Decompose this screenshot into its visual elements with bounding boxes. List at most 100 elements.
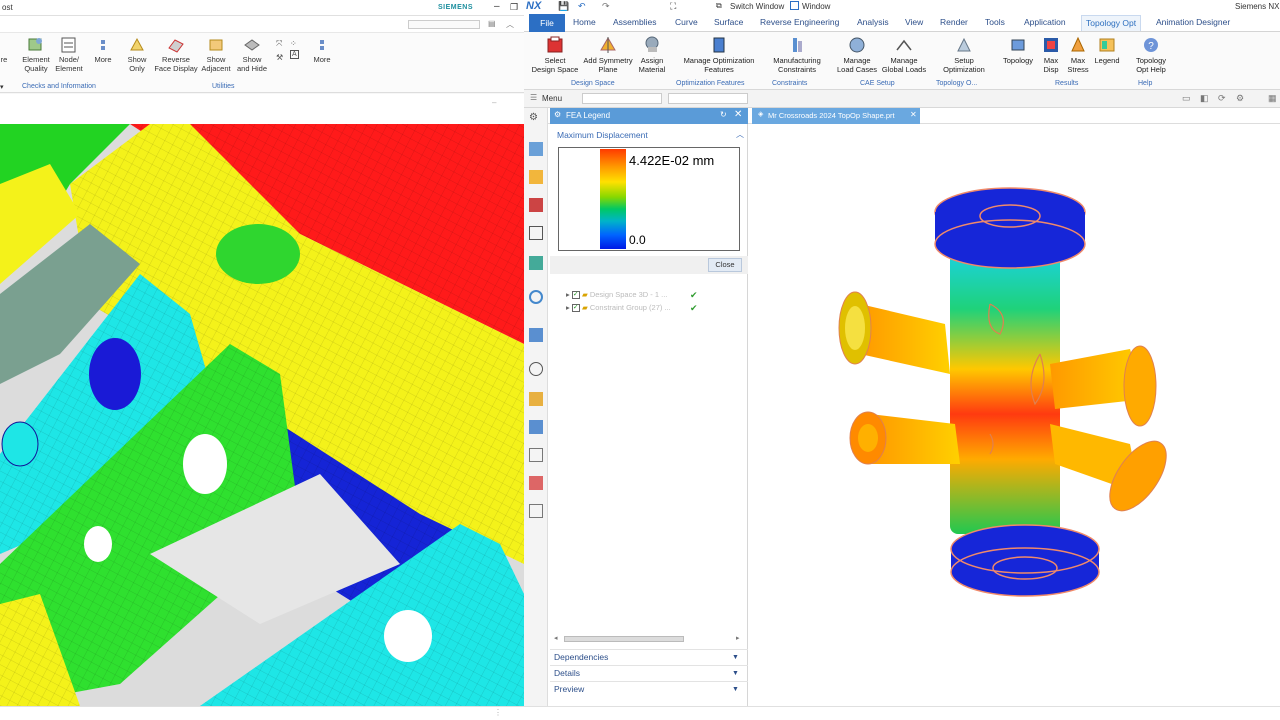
close-button[interactable]: Close: [708, 258, 742, 272]
tab-home[interactable]: Home: [573, 17, 596, 27]
max-disp-button[interactable]: Max Disp: [1038, 35, 1064, 74]
close-icon[interactable]: ✕: [734, 109, 742, 120]
tab-analysis[interactable]: Analysis: [857, 17, 889, 27]
expand-icon[interactable]: ▸: [566, 303, 570, 312]
tab-curve[interactable]: Curve: [675, 17, 698, 27]
tab-application[interactable]: Application: [1024, 17, 1066, 27]
grid-icon[interactable]: ▦: [1268, 93, 1277, 104]
restore-icon[interactable]: ❐: [510, 2, 518, 13]
details-section[interactable]: Details ▼: [550, 665, 748, 681]
ribbon-button-label: Legend: [1094, 56, 1120, 65]
show-adjacent-button[interactable]: Show Adjacent: [198, 36, 234, 73]
tools-icon[interactable]: ⚙: [1236, 93, 1244, 104]
horizontal-scrollbar[interactable]: ◂ ▸: [554, 634, 744, 644]
command-search-input[interactable]: [408, 20, 480, 29]
clock-icon[interactable]: [529, 362, 543, 376]
group-expand-icon[interactable]: ▾: [0, 83, 4, 91]
more-button[interactable]: More: [85, 36, 121, 65]
max-stress-icon: [1071, 36, 1085, 52]
reset-icon[interactable]: ↻: [720, 110, 727, 119]
chevron-up-icon[interactable]: ︿: [506, 19, 514, 30]
minimize-panel-icon[interactable]: –: [492, 98, 496, 107]
scroll-left-icon[interactable]: ◂: [554, 634, 558, 642]
show-and-hide-button[interactable]: Show and Hide: [234, 36, 270, 73]
topology-opt-help-button[interactable]: ? Topology Opt Help: [1130, 35, 1172, 74]
system-scene-icon[interactable]: [529, 448, 543, 462]
toolbar-icon[interactable]: ▤: [488, 19, 496, 28]
refresh-icon[interactable]: ⟳: [1218, 93, 1226, 104]
manage-load-cases-button[interactable]: Manage Load Cases: [834, 35, 880, 74]
part-navigator-icon[interactable]: [529, 142, 543, 156]
tree-item[interactable]: ▸ ✓ ▰ Constraint Group (27) ... ✔: [566, 303, 746, 315]
fea-mesh-viewport[interactable]: [0, 124, 524, 706]
reuse-library-icon[interactable]: [529, 256, 543, 270]
show-only-button[interactable]: Show Only: [119, 36, 155, 73]
tab-tools[interactable]: Tools: [985, 17, 1005, 27]
tools-icon[interactable]: ⚒: [276, 53, 283, 62]
scope-dropdown[interactable]: [668, 93, 748, 104]
switch-window-button[interactable]: Switch Window: [730, 2, 784, 11]
legend-button[interactable]: Legend: [1092, 35, 1122, 66]
settings-icon[interactable]: ⚙: [529, 112, 543, 126]
assign-material-button[interactable]: Assign Material: [634, 35, 670, 74]
constraint-navigator-icon[interactable]: [529, 198, 543, 212]
more-button[interactable]: More: [304, 36, 340, 65]
add-symmetry-plane-button[interactable]: Add Symmetry Plane: [582, 35, 634, 74]
menu-button[interactable]: Menu: [542, 94, 562, 103]
document-tab[interactable]: ◈ Mr Crossroads 2024 TopOp Shape.prt ✕: [752, 108, 920, 124]
tab-animation-designer[interactable]: Animation Designer: [1156, 17, 1230, 27]
minimize-icon[interactable]: –: [494, 1, 500, 12]
element-quality-button[interactable]: Element Quality: [18, 36, 54, 73]
setup-optimization-button[interactable]: Setup Optimization: [938, 35, 990, 74]
tab-render[interactable]: Render: [940, 17, 968, 27]
tab-file[interactable]: File: [529, 14, 565, 32]
tab-topology-opt[interactable]: Topology Opt: [1081, 15, 1142, 31]
manage-global-loads-button[interactable]: Manage Global Loads: [880, 35, 928, 74]
close-tab-icon[interactable]: ✕: [910, 110, 917, 119]
tree-item[interactable]: ▸ ✓ ▰ Design Space 3D - 1 ... ✔: [566, 290, 746, 302]
undo-icon[interactable]: ↶: [578, 1, 586, 12]
small-tools-cluster[interactable]: ⤧ ⁘ A ⚒: [274, 39, 304, 69]
save-icon[interactable]: 💾: [558, 1, 569, 12]
cae-icon[interactable]: [529, 476, 543, 490]
document-icon[interactable]: [529, 504, 543, 518]
topology-button[interactable]: Topology: [1000, 35, 1036, 66]
preview-section[interactable]: Preview ▼: [550, 681, 748, 697]
collapse-icon[interactable]: ︿: [736, 129, 744, 140]
point-icon[interactable]: ⁘: [290, 39, 297, 48]
web-browser-icon[interactable]: [529, 290, 543, 304]
checkbox-icon[interactable]: ✓: [571, 304, 580, 313]
select-design-space-button[interactable]: Select Design Space: [530, 35, 580, 74]
sim-navigator-icon[interactable]: [529, 226, 543, 240]
manufacturing-constraints-button[interactable]: Manufacturing Constraints: [766, 35, 828, 74]
display-icon[interactable]: ◧: [1200, 93, 1209, 104]
palette-icon[interactable]: [529, 392, 543, 406]
checkbox-icon[interactable]: ✓: [571, 291, 580, 300]
color-scale-bar: [600, 149, 626, 249]
tab-surface[interactable]: Surface: [714, 17, 743, 27]
tab-view[interactable]: View: [905, 17, 923, 27]
window-menu[interactable]: Window: [802, 2, 830, 11]
manage-optimization-features-button[interactable]: Manage Optimization Features: [676, 35, 762, 74]
reverse-face-display-button[interactable]: Reverse Face Display: [154, 36, 198, 73]
scrollbar-thumb[interactable]: [564, 636, 684, 642]
role-icon[interactable]: [529, 420, 543, 434]
topology-result-viewport[interactable]: [750, 124, 1280, 706]
scroll-right-icon[interactable]: ▸: [736, 634, 740, 642]
tab-reverse-engineering[interactable]: Reverse Engineering: [760, 17, 839, 27]
text-annotation-icon[interactable]: A: [290, 50, 299, 59]
resize-grip-icon[interactable]: ⋮: [494, 708, 502, 717]
tab-assemblies[interactable]: Assemblies: [613, 17, 656, 27]
select-icon[interactable]: ⛶: [670, 1, 676, 12]
view-icon[interactable]: ▭: [1182, 93, 1191, 104]
redo-icon[interactable]: ↷: [602, 1, 610, 12]
dependencies-section[interactable]: Dependencies ▼: [550, 649, 748, 665]
expand-icon[interactable]: ▸: [566, 290, 570, 299]
selection-filter-dropdown[interactable]: [582, 93, 662, 104]
material-icon: [645, 36, 659, 52]
node-element-button[interactable]: Node/ Element: [51, 36, 87, 73]
assembly-navigator-icon[interactable]: [529, 170, 543, 184]
max-stress-button[interactable]: Max Stress: [1064, 35, 1092, 74]
move-icon[interactable]: ⤧: [276, 39, 282, 49]
history-icon[interactable]: [529, 328, 543, 342]
